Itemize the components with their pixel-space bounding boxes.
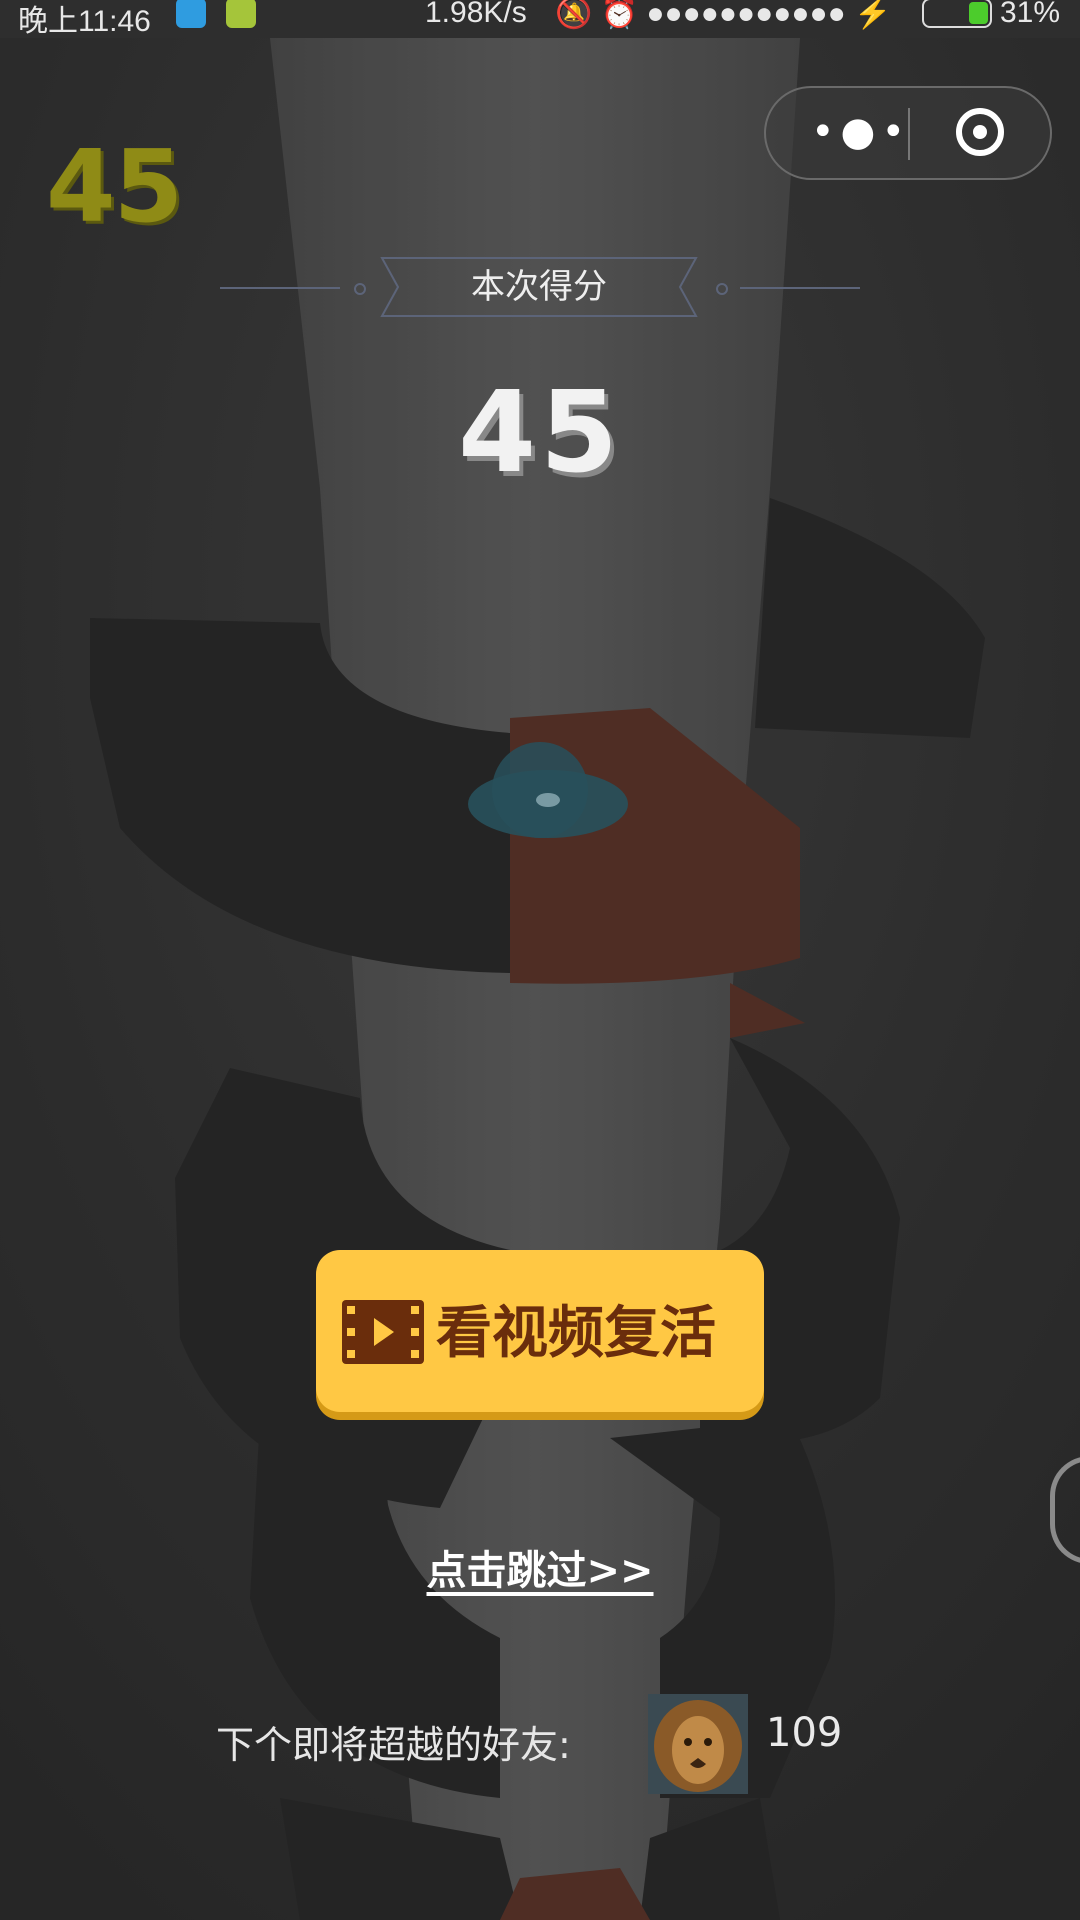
revive-button-label: 看视频复活 [436,1301,716,1366]
game-scene: •●• 45 本次得分 45 看视频复活 点击跳过>> 下个即将超越的好友: 1… [0,38,1080,1920]
watch-video-revive-button[interactable]: 看视频复活 [316,1250,764,1412]
banner-line-left [220,287,340,289]
final-score: 45 [458,368,622,498]
skip-link[interactable]: 点击跳过>> [380,1538,700,1596]
friend-avatar [648,1694,748,1794]
banner-dot-right [716,283,728,295]
battery-percent: 31% [1000,0,1061,29]
android-icon [226,0,256,28]
status-icons: 🔕 ⏰ ●●●●●●●●●●● ⚡ [555,0,892,30]
helix-tower-illustration [0,38,1080,1920]
more-dots-icon[interactable]: •●• [806,104,916,164]
status-time: 晚上11:46 [18,5,151,38]
network-speed: 1.98K/s [425,0,527,29]
banner-dot-left [354,283,366,295]
next-friend-score: 109 [766,1710,843,1756]
corner-score: 45 [46,128,183,245]
battery-fill [969,2,988,24]
next-friend-label: 下个即将超越的好友: [216,1723,571,1767]
close-target-icon[interactable] [956,108,1004,156]
film-icon [342,1300,424,1364]
banner-line-right [740,287,860,289]
dim-overlay [0,38,1080,1920]
result-title: 本次得分 [471,267,607,307]
battery-icon [922,0,992,28]
miniprogram-capsule: •●• [764,86,1052,180]
capsule-divider [908,108,910,160]
status-bar: 晚上11:46 1.98K/s 🔕 ⏰ ●●●●●●●●●●● ⚡ 31% [0,0,1080,38]
usb-icon [176,0,206,28]
